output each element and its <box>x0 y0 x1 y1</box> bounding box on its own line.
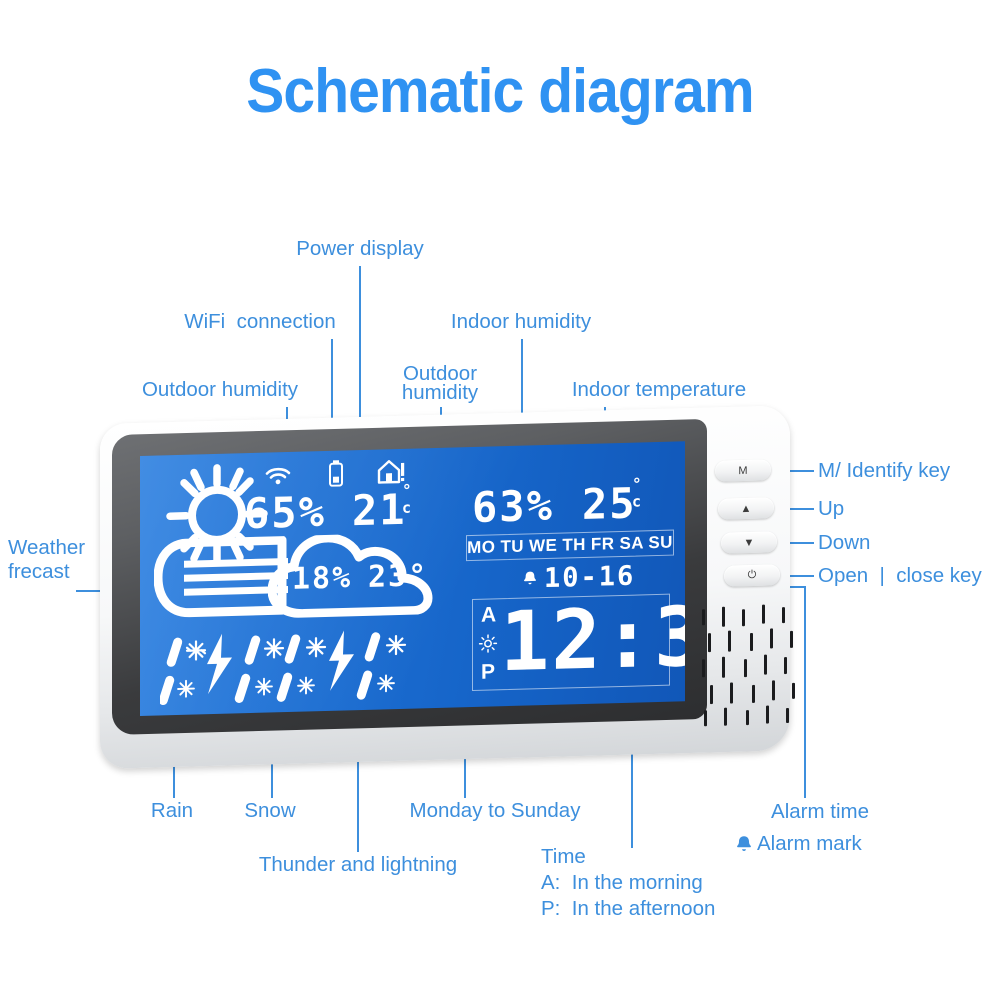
label-indoor-humidity: Indoor humidity <box>450 310 592 333</box>
daylight-sun-icon <box>478 634 498 653</box>
up-key-button[interactable]: ▲ <box>718 497 774 520</box>
label-up: Up <box>818 497 845 520</box>
label-outdoor-humidity-mid-line2: humidity <box>401 381 479 404</box>
indoor-temp-celsius-symbol: c <box>632 492 644 511</box>
label-monday-to-sunday: Monday to Sunday <box>409 799 581 822</box>
pm-marker: P <box>481 660 496 684</box>
m-key-button[interactable]: M <box>715 459 771 482</box>
label-m-identify-key: M/ Identify key <box>818 459 951 482</box>
label-power-display: Power display <box>296 237 424 260</box>
weather-symbols-row <box>160 630 407 706</box>
wifi-icon <box>265 467 291 485</box>
down-key-button[interactable]: ▼ <box>721 531 777 554</box>
clock-time-value: 12:36 <box>500 588 685 691</box>
label-alarm-time: Alarm time <box>771 800 869 823</box>
power-key-button[interactable]: ⏻ <box>724 564 780 587</box>
forecast-humidity-value: 18% <box>292 560 353 597</box>
label-outdoor-humidity-left: Outdoor humidity <box>141 378 299 401</box>
bell-icon <box>737 836 751 851</box>
leader-alarm-time-v <box>804 586 806 798</box>
battery-icon <box>329 460 343 487</box>
label-alarm-mark: Alarm mark <box>757 832 862 855</box>
label-time-am: A: In the morning <box>541 871 703 894</box>
speaker-grille <box>698 603 804 734</box>
indoor-temp-degree-symbol: ° <box>632 474 644 494</box>
lcd-screen: 18% 23° 65% 21 ° c 63% 25 ° c MO TU WE T… <box>140 441 685 716</box>
indoor-humidity-value: 63% <box>472 480 554 533</box>
label-down: Down <box>818 531 871 554</box>
label-indoor-temperature: Indoor temperature <box>571 378 747 401</box>
label-snow: Snow <box>244 799 296 822</box>
outdoor-humidity-value: 65% <box>244 486 326 539</box>
outdoor-temperature-value: 21 <box>352 484 407 536</box>
label-thunder-and-lightning: Thunder and lightning <box>258 853 458 876</box>
weekday-row: MO TU WE TH FR SA SU <box>466 529 674 562</box>
page-title: Schematic diagram <box>246 57 754 126</box>
forecast-temperature-value: 23° <box>368 558 429 595</box>
outdoor-temp-celsius-symbol: c <box>402 498 414 517</box>
weekday-labels: MO TU WE TH FR SA SU <box>467 532 673 558</box>
am-marker: A <box>481 603 497 627</box>
alarm-time-value: 10-16 <box>544 560 636 595</box>
label-time-pm: P: In the afternoon <box>541 897 716 920</box>
label-wifi-connection: WiFi connection <box>184 310 336 333</box>
label-time: Time <box>541 845 586 868</box>
schematic-diagram-page: Schematic diagram Power display WiFi con… <box>0 0 1000 1000</box>
alarm-bell-icon <box>524 571 536 585</box>
weather-station-device: 18% 23° 65% 21 ° c 63% 25 ° c MO TU WE T… <box>100 405 795 769</box>
indoor-temperature-value: 25 <box>582 478 637 530</box>
label-weather-forecast-line2: frecast <box>8 560 70 583</box>
label-open-close-key: Open | close key <box>818 564 982 587</box>
outdoor-temp-degree-symbol: ° <box>402 480 414 500</box>
label-weather-forecast-line1: Weather <box>8 536 86 559</box>
